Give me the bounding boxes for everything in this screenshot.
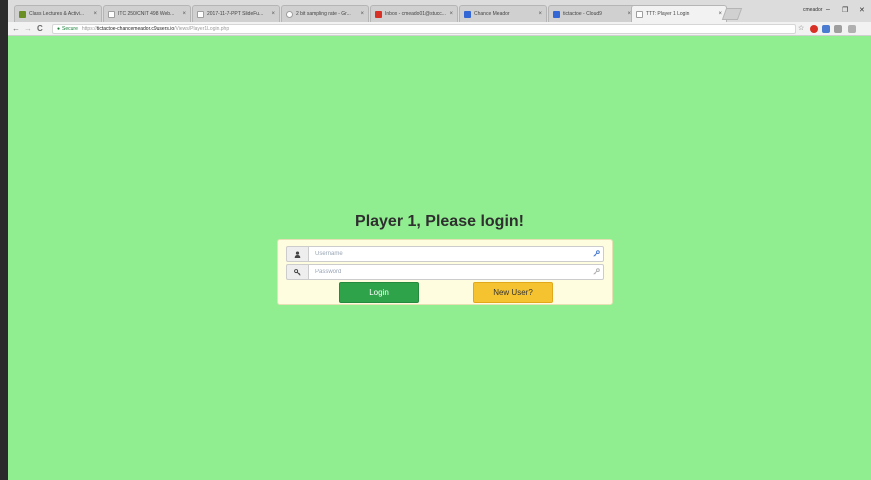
tab-ppt-slide[interactable]: 2017-11-7-PPT SlideFu... × [192,5,280,22]
page-favicon-icon [197,10,204,18]
adblock-extension-icon[interactable] [810,25,818,33]
cloud9-favicon-icon [553,10,560,18]
url-scheme: https:// [81,26,97,32]
tab-label: 2017-11-7-PPT SlideFu... [207,11,264,17]
menu-icon[interactable] [848,25,856,33]
tab-close-icon[interactable]: × [449,11,453,17]
key-addon [286,264,308,280]
tab-label: tictactoe - Cloud9 [563,11,602,17]
login-button[interactable]: Login [339,282,419,303]
username-row [286,246,604,262]
tab-close-icon[interactable]: × [538,11,542,17]
forward-icon[interactable]: → [24,24,32,34]
restore-icon[interactable]: ❐ [842,6,848,14]
tab-inbox[interactable]: Inbox - cmeado01@stucc... × [370,5,458,22]
tab-label: Inbox - cmeado01@stucc... [385,11,446,17]
window-border [0,0,8,480]
gmail-favicon-icon [375,10,382,18]
classroom-favicon-icon [19,10,26,18]
url-path: /Views/Player1Login.php [174,26,230,32]
tab-itc-250[interactable]: ITC 250/CNIT 498 Web... × [103,5,191,22]
url-host: tictactoe-chancemeador.c9users.io [96,26,175,32]
extension-icon[interactable] [834,25,842,33]
username-input[interactable] [308,246,604,262]
tab-close-icon[interactable]: × [360,11,364,17]
cloud9-favicon-icon [464,10,471,18]
user-icon [294,250,301,258]
page-favicon-icon [108,10,115,18]
browser-window: Class Lectures & Activi... × ITC 250/CNI… [0,0,871,480]
profile-name[interactable]: cmeador [803,7,822,13]
tab-class-lectures[interactable]: Class Lectures & Activi... × [14,5,102,22]
tab-close-icon[interactable]: × [182,11,186,17]
tab-close-icon[interactable]: × [93,11,97,17]
tab-player1-login[interactable]: TTT: Player 1 Login × [631,5,727,22]
tab-label: TTT: Player 1 Login [646,11,690,17]
address-bar[interactable]: ● Secure https://tictactoe-chancemeador.c9… [52,24,796,34]
page-content: Player 1, Please login! Username Login N… [8,36,871,480]
tab-label: Chance Meador [474,11,510,17]
minimize-icon[interactable]: – [826,6,830,13]
tab-label: Class Lectures & Activi... [29,11,85,17]
bookmark-star-icon[interactable]: ☆ [798,24,804,34]
tab-strip: Class Lectures & Activi... × ITC 250/CNI… [8,0,871,22]
page-title: Player 1, Please login! [355,213,524,230]
password-manager-key-icon[interactable] [593,268,600,275]
tab-sampling-rate[interactable]: 2 bit sampling rate - Gr... × [281,5,369,22]
password-row [286,264,604,280]
tab-chance-meador[interactable]: Chance Meador × [459,5,547,22]
page-favicon-icon [636,10,643,18]
password-input[interactable] [308,264,604,280]
tab-close-icon[interactable]: × [271,11,275,17]
browser-toolbar: ← → C ● Secure https://tictactoe-chancemea… [8,22,871,36]
password-manager-key-icon[interactable] [593,250,600,257]
tab-close-icon[interactable]: × [718,11,722,17]
shield-extension-icon[interactable] [822,25,830,33]
login-form: Login New User? [277,239,613,305]
user-addon [286,246,308,262]
lock-icon: ● [57,26,61,32]
secure-label: Secure [62,26,78,32]
tab-label: ITC 250/CNIT 498 Web... [118,11,175,17]
tab-tictactoe-cloud9[interactable]: tictactoe - Cloud9 × [548,5,636,22]
loading-favicon-icon [286,10,293,18]
tab-label: 2 bit sampling rate - Gr... [296,11,351,17]
new-user-button[interactable]: New User? [473,282,553,303]
reload-icon[interactable]: C [37,24,43,34]
back-icon[interactable]: ← [12,24,20,34]
new-tab-button[interactable] [721,8,743,20]
close-window-icon[interactable]: ✕ [859,6,865,14]
key-icon [294,268,301,276]
